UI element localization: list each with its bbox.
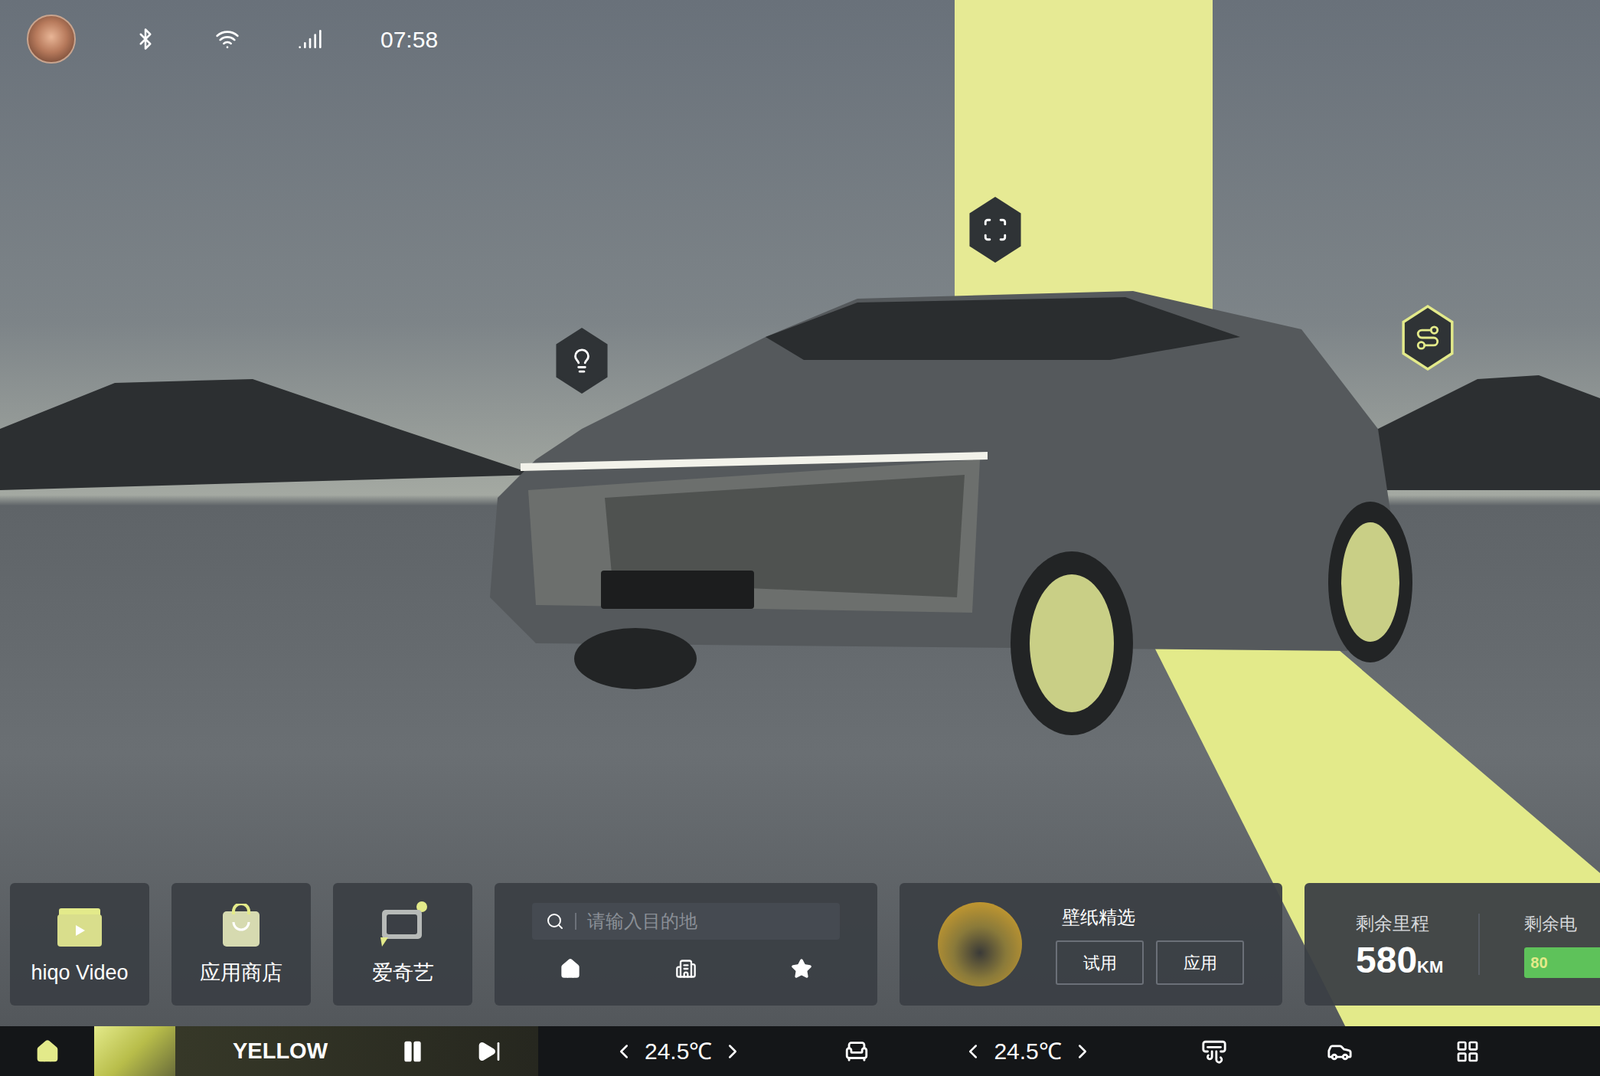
album-art[interactable] bbox=[94, 1025, 176, 1076]
hotspot-icon bbox=[568, 347, 595, 374]
home-dock-icon[interactable] bbox=[35, 1038, 60, 1064]
store-bag-icon bbox=[219, 903, 263, 948]
favorite-icon[interactable] bbox=[790, 957, 813, 980]
video-app-icon bbox=[55, 904, 104, 948]
infotainment-screen: 07:58hiqo Video应用商店爱奇艺请输入目的地壁纸精选试用应用剩余里程… bbox=[0, 0, 1600, 1076]
search-placeholder: 请输入目的地 bbox=[587, 907, 698, 935]
clock: 07:58 bbox=[380, 22, 438, 57]
lights-hotspot[interactable] bbox=[551, 327, 612, 394]
widget-row: hiqo Video 应用商店 爱奇艺 请输入目的地 壁纸精选试用应用 剩余里程 580KM… bbox=[0, 882, 1600, 1006]
status-bar: 07:58 bbox=[0, 0, 1600, 69]
app-card[interactable]: hiqo Video bbox=[9, 882, 150, 1006]
next-icon[interactable] bbox=[476, 1038, 502, 1064]
media-player: YELLOW bbox=[94, 1025, 539, 1076]
range-value: 580 bbox=[1355, 941, 1418, 979]
avatar-icon[interactable] bbox=[26, 14, 76, 64]
hotspot-icon bbox=[1414, 324, 1441, 351]
right-temperature: 24.5℃ bbox=[961, 1033, 1094, 1068]
battery-meter: 80 bbox=[1524, 946, 1600, 978]
left-temperature: 24.5℃ bbox=[612, 1033, 745, 1068]
app-card[interactable]: 应用商店 bbox=[171, 882, 311, 1006]
bluetooth-icon bbox=[133, 27, 157, 51]
navigation-card: 请输入目的地 bbox=[494, 882, 878, 1006]
right-temp-value: 24.5℃ bbox=[993, 1033, 1062, 1068]
destination-search[interactable]: 请输入目的地 bbox=[532, 902, 840, 940]
battery-label: 剩余电 bbox=[1524, 910, 1600, 938]
battery-reading: 80 bbox=[1530, 950, 1548, 974]
wallpaper-thumbnail[interactable] bbox=[937, 901, 1023, 987]
left-temp-value: 24.5℃ bbox=[644, 1033, 712, 1068]
range-unit: KM bbox=[1417, 953, 1444, 980]
vehicle-status-card: 剩余里程 580KM 剩余电 80 bbox=[1304, 882, 1600, 1006]
wallpaper-button[interactable]: 试用 bbox=[1055, 940, 1144, 985]
pause-icon[interactable] bbox=[400, 1038, 425, 1064]
temp-up-icon[interactable] bbox=[1071, 1039, 1094, 1063]
search-icon bbox=[545, 911, 565, 931]
home-icon[interactable] bbox=[559, 957, 582, 980]
signal-icon bbox=[297, 26, 323, 52]
wifi-icon bbox=[215, 26, 240, 52]
range-label: 剩余里程 bbox=[1355, 909, 1444, 938]
drive-mode-hotspot[interactable] bbox=[1397, 304, 1458, 371]
app-grid-icon[interactable] bbox=[1455, 1038, 1480, 1064]
wallpaper-title: 壁纸精选 bbox=[1055, 903, 1245, 931]
wallpaper-button[interactable]: 应用 bbox=[1155, 940, 1245, 985]
temp-up-icon[interactable] bbox=[721, 1039, 745, 1063]
wallpaper-card: 壁纸精选试用应用 bbox=[899, 882, 1283, 1006]
temp-down-icon[interactable] bbox=[612, 1039, 636, 1063]
vehicle-icon[interactable] bbox=[1326, 1038, 1353, 1065]
app-card[interactable]: 爱奇艺 bbox=[333, 882, 473, 1006]
app-label: 应用商店 bbox=[199, 956, 283, 989]
company-icon[interactable] bbox=[675, 957, 697, 980]
app-label: 爱奇艺 bbox=[372, 956, 435, 989]
app-label: hiqo Video bbox=[30, 956, 128, 989]
seat-airflow-icon[interactable] bbox=[843, 1038, 870, 1065]
temp-down-icon[interactable] bbox=[961, 1039, 985, 1063]
defrost-icon[interactable] bbox=[1201, 1038, 1228, 1065]
dock-bar: YELLOW 24.5℃ 24.5℃ bbox=[0, 1025, 1600, 1076]
hotspot-icon bbox=[982, 216, 1009, 243]
iqiyi-app-icon bbox=[375, 900, 430, 948]
track-title: YELLOW bbox=[232, 1034, 328, 1068]
